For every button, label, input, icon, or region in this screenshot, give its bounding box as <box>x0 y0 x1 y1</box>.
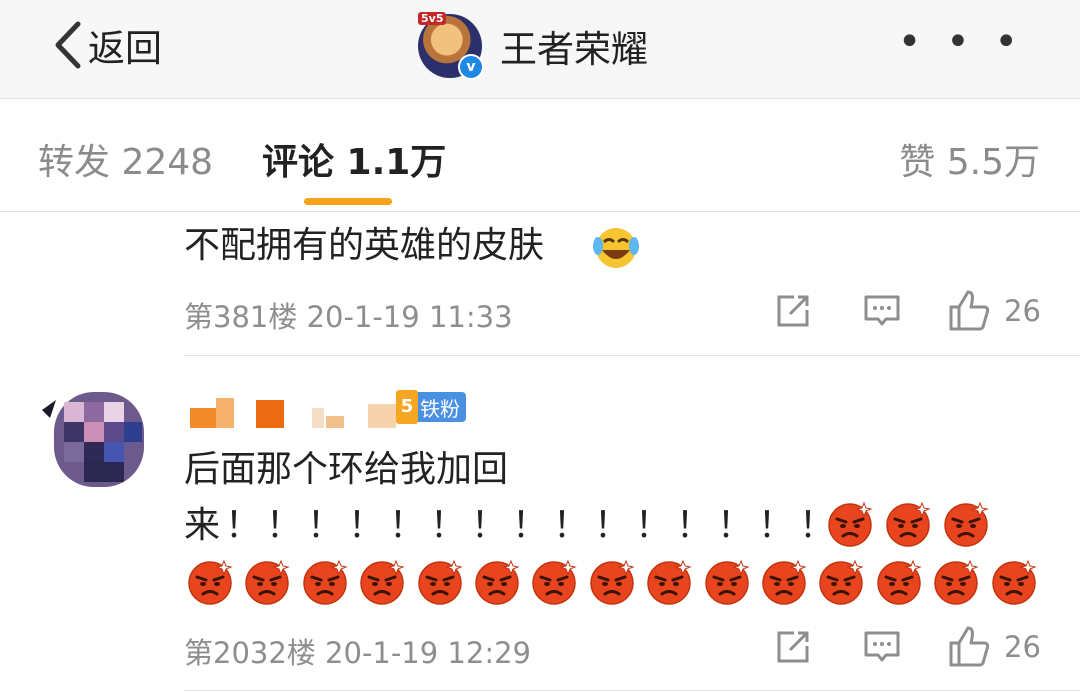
angry-face-emoji-icon <box>944 501 989 547</box>
divider <box>184 355 1080 356</box>
comment-text-line2: 来！！！！！！！！！！！！！！！ <box>184 505 841 546</box>
comment-time: 20-1-19 12:29 <box>325 636 532 670</box>
divider <box>184 690 1080 691</box>
account-title[interactable]: 5v5 v 王者荣耀 <box>418 12 648 80</box>
angry-face-emoji-icon <box>819 559 865 605</box>
fan-level: 5 <box>396 390 418 424</box>
comment-time: 20-1-19 11:33 <box>306 300 513 334</box>
angry-face-emoji-icon <box>762 559 807 605</box>
angry-face-emoji-icon <box>877 559 922 605</box>
share-icon[interactable] <box>774 628 812 666</box>
angry-face-emoji-icon <box>647 559 692 605</box>
active-tab-indicator <box>304 198 392 205</box>
comment-meta: 第2032楼 20-1-19 12:29 <box>184 630 531 672</box>
fan-badge-label: 铁粉 <box>420 396 460 421</box>
reply-icon[interactable] <box>862 628 902 666</box>
nav-header: 返回 5v5 v 王者荣耀 • • • <box>0 0 1080 99</box>
username-blurred[interactable] <box>186 394 401 434</box>
fan-badge: 5 铁粉 <box>396 390 466 424</box>
angry-face-emoji-icon <box>417 559 463 605</box>
account-avatar[interactable]: 5v5 v <box>418 12 484 80</box>
user-avatar-blurred[interactable] <box>42 382 152 492</box>
tab-like[interactable]: 赞 5.5万 <box>899 133 1040 185</box>
back-label: 返回 <box>88 27 162 70</box>
chevron-left-icon <box>55 21 81 69</box>
angry-face-emoji-icon <box>991 559 1037 605</box>
tab-repost[interactable]: 转发 2248 <box>38 133 213 185</box>
floor-number: 第381楼 <box>184 300 298 334</box>
comment-text: 不配拥有的英雄的皮肤 <box>184 225 545 266</box>
angry-face-emoji-icon <box>188 559 233 605</box>
like-icon[interactable] <box>948 288 990 332</box>
verified-icon: v <box>458 54 484 80</box>
angry-face-emoji-icon <box>532 559 578 605</box>
angry-face-emoji-icon <box>704 559 750 605</box>
angry-face-emoji-icon <box>475 559 520 605</box>
crying-laughing-emoji-icon <box>593 228 639 268</box>
like-icon[interactable] <box>948 624 990 668</box>
angry-face-emoji-icon <box>360 559 405 605</box>
floor-number: 第2032楼 <box>184 636 316 670</box>
like-count: 26 <box>1004 630 1041 664</box>
reply-icon[interactable] <box>862 292 902 330</box>
comment-meta: 第381楼 20-1-19 11:33 <box>184 294 513 336</box>
angry-face-emoji-icon <box>303 559 348 605</box>
avatar-tag: 5v5 <box>418 12 447 25</box>
share-icon[interactable] <box>774 292 812 330</box>
like-count: 26 <box>1004 294 1041 328</box>
back-button[interactable]: 返回 <box>52 18 162 72</box>
more-icon[interactable]: • • • <box>898 22 1024 62</box>
tab-comment[interactable]: 评论 1.1万 <box>262 133 446 185</box>
page-title: 王者荣耀 <box>500 28 648 71</box>
angry-face-emoji-icon <box>828 501 873 547</box>
angry-face-emoji-icon <box>590 559 635 605</box>
comment-text-line1: 后面那个环给我加回 <box>184 449 509 490</box>
angry-face-emoji-icon <box>245 559 291 605</box>
angry-face-emoji-icon <box>886 501 931 547</box>
tab-bar: 转发 2248 评论 1.1万 赞 5.5万 <box>0 99 1080 212</box>
angry-face-emoji-icon <box>934 559 979 605</box>
